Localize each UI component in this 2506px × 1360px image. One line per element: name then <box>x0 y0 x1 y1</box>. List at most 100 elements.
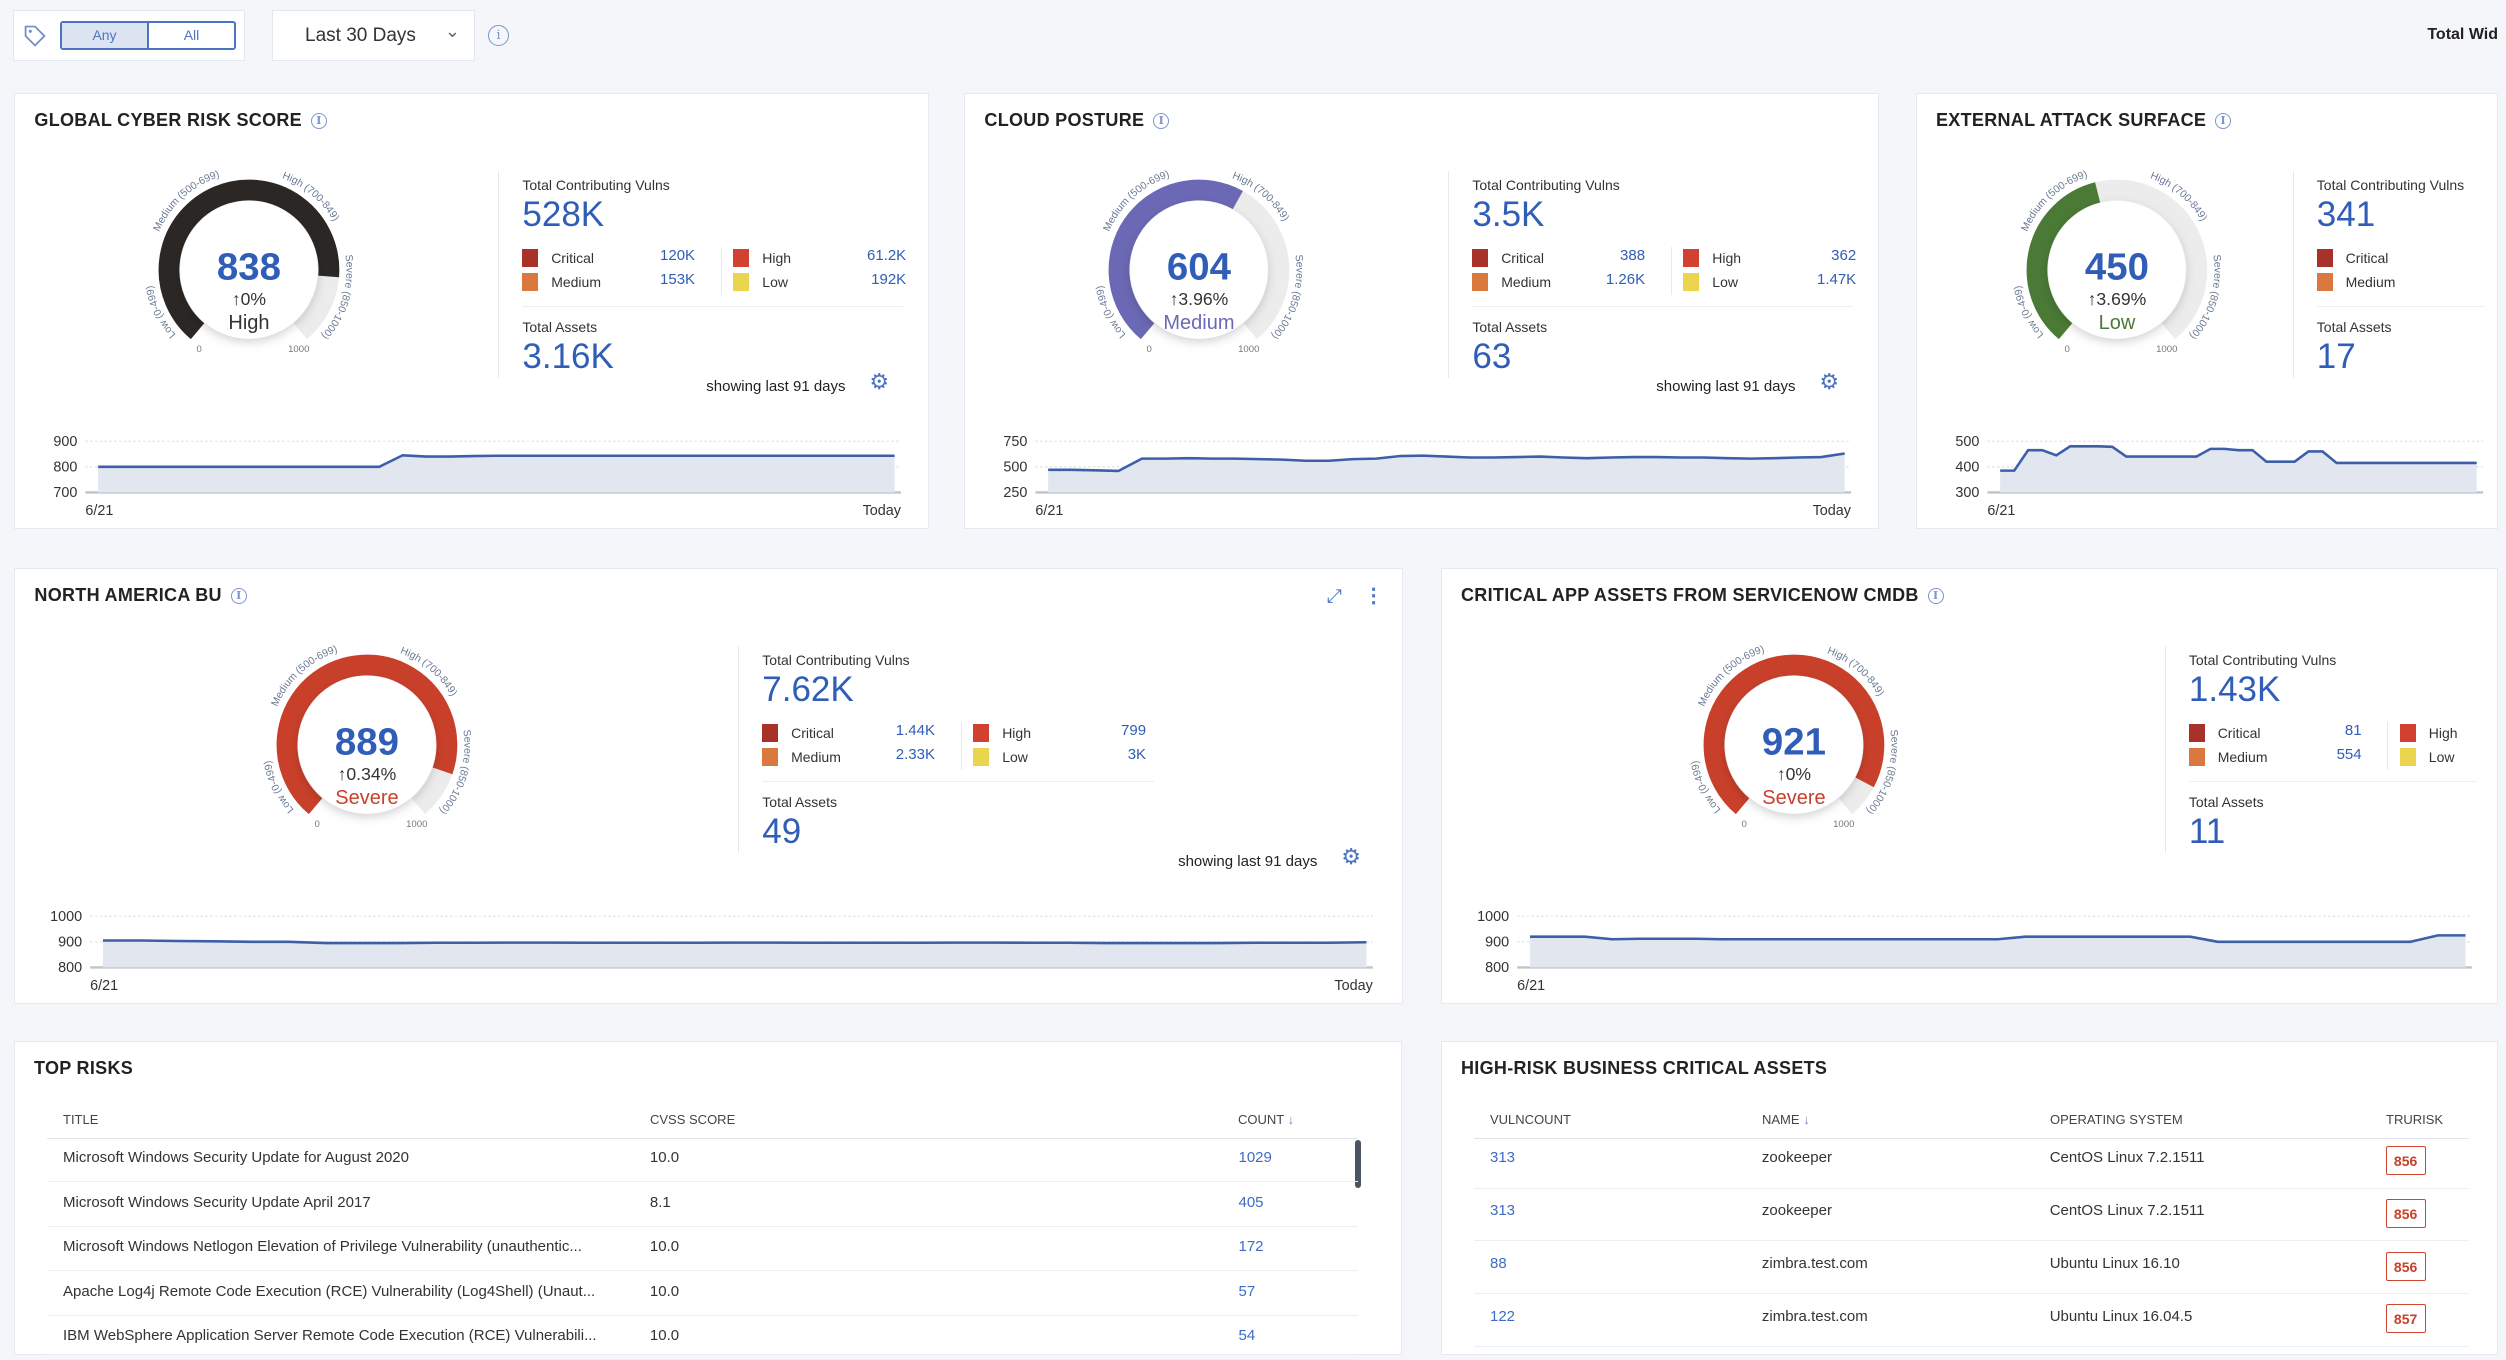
total-assets-value[interactable]: 17 <box>2317 337 2356 377</box>
vulncount-link[interactable]: 313 <box>1490 1149 1515 1166</box>
column-vulncount[interactable]: Vulncount <box>1490 1112 1571 1127</box>
gauge-score: 450 <box>2085 245 2149 288</box>
card-title: Top Risks <box>34 1058 134 1078</box>
total-assets-label: Total Assets <box>2188 794 2264 811</box>
column-name[interactable]: Name ↓ <box>1762 1112 1810 1127</box>
stats-hr <box>1472 306 1853 308</box>
legend-label: Medium <box>2217 749 2268 766</box>
risk-title[interactable]: Microsoft Windows Security Update for Au… <box>63 1149 409 1166</box>
cvss-score: 10.0 <box>649 1238 680 1256</box>
asset-name[interactable]: zimbra.test.com <box>1762 1308 1868 1325</box>
legend-label: Low <box>2428 749 2455 766</box>
vulncount-link[interactable]: 313 <box>1490 1202 1515 1219</box>
info-icon[interactable]: i <box>1153 112 1170 129</box>
legend-value[interactable]: 192K <box>842 271 906 288</box>
x-end-label: Today <box>1813 502 1852 518</box>
legend-value[interactable]: 2.33K <box>871 746 935 763</box>
dashboard: Any All Last 30 Days ⌄ i Total Wid Top R… <box>0 0 2506 1360</box>
risk-count-link[interactable]: 1029 <box>1239 1149 1272 1166</box>
legend-value[interactable]: 799 <box>1082 722 1146 739</box>
legend-value[interactable]: 388 <box>1581 247 1645 264</box>
column-count[interactable]: Count ↓ <box>1238 1112 1294 1127</box>
legend-value[interactable]: 1.47K <box>1792 271 1856 288</box>
legend-value[interactable]: 120K <box>631 247 695 264</box>
header-divider <box>47 1138 1358 1139</box>
gauge-min-label: 0 <box>315 819 320 830</box>
legend-swatch-low <box>1683 272 1700 291</box>
match-any-button[interactable]: Any <box>62 23 149 48</box>
asset-name[interactable]: zimbra.test.com <box>1762 1255 1868 1272</box>
trend-chart: 500 400 300 6/21 <box>1955 434 2484 518</box>
total-assets-value[interactable]: 11 <box>2189 812 2225 852</box>
trend-chart: 900 800 700 6/21 Today <box>54 434 902 519</box>
total-assets-value[interactable]: 49 <box>762 812 801 852</box>
date-range-dropdown[interactable]: Last 30 Days ⌄ <box>272 10 475 61</box>
legend-value[interactable]: 1.26K <box>1581 271 1645 288</box>
vulncount-link[interactable]: 88 <box>1490 1255 1507 1272</box>
total-vulns-value: 7.62K <box>762 669 854 709</box>
vulncount-link[interactable]: 122 <box>1490 1308 1515 1325</box>
gauge-change: ↑3.69% <box>2088 289 2147 309</box>
trend-line <box>103 938 1367 945</box>
y-tick-label: 700 <box>54 485 78 501</box>
risk-title[interactable]: Apache Log4j Remote Code Execution (RCE)… <box>63 1283 595 1300</box>
trurisk-badge: 856 <box>2385 1146 2426 1175</box>
gear-icon[interactable]: ⚙ <box>869 369 889 395</box>
total-assets-value[interactable]: 63 <box>1472 337 1511 377</box>
risk-title[interactable]: Microsoft Windows Netlogon Elevation of … <box>63 1238 582 1255</box>
info-icon[interactable]: i <box>2215 112 2232 129</box>
legend-label: High <box>1712 250 1742 267</box>
gear-icon[interactable]: ⚙ <box>1819 369 1839 395</box>
asset-name[interactable]: zookeeper <box>1762 1149 1832 1166</box>
x-start-label: 6/21 <box>1036 502 1064 518</box>
legend-label: Critical <box>2345 250 2389 267</box>
info-icon[interactable]: i <box>310 112 327 129</box>
legend-value[interactable]: 3K <box>1082 746 1146 763</box>
more-options-icon[interactable]: ⋮ <box>1364 583 1384 608</box>
gauge-level: Severe <box>336 787 399 809</box>
legend-value[interactable]: 81 <box>2298 722 2362 739</box>
row-divider <box>1474 1345 2469 1347</box>
column-cvss-score[interactable]: CVSS Score <box>650 1112 735 1127</box>
stats-hr <box>522 306 903 308</box>
gear-icon[interactable]: ⚙ <box>1341 844 1361 870</box>
legend-value[interactable]: 362 <box>1792 247 1856 264</box>
risk-count-link[interactable]: 57 <box>1239 1283 1256 1300</box>
legend-value[interactable]: 554 <box>2298 746 2362 763</box>
card-title: External Attack Surface i <box>1936 110 2232 131</box>
card-title: High-Risk Business Critical Assets <box>1461 1058 1828 1078</box>
column-trurisk[interactable]: TruRisk <box>2386 1112 2443 1127</box>
risk-count-link[interactable]: 405 <box>1239 1194 1264 1211</box>
trend-chart: 1000 900 800 6/21 <box>1477 909 2472 993</box>
stats-hr <box>2188 781 2477 783</box>
expand-icon[interactable]: ⤢ <box>1327 586 1342 608</box>
info-icon[interactable]: i <box>230 587 247 604</box>
gauge-change: ↑3.96% <box>1170 289 1229 309</box>
legend-value[interactable]: 1.44K <box>871 722 935 739</box>
y-tick-label: 800 <box>59 960 83 976</box>
risk-count-link[interactable]: 172 <box>1239 1238 1264 1255</box>
tag-icon[interactable] <box>24 25 46 47</box>
legend-value[interactable]: 61.2K <box>842 247 906 264</box>
match-all-button[interactable]: All <box>149 23 234 48</box>
y-tick-label: 250 <box>1004 485 1028 501</box>
gauge-max-label: 1000 <box>288 344 309 355</box>
total-assets-value[interactable]: 3.16K <box>522 337 613 377</box>
legend-swatch-critical <box>1472 248 1489 267</box>
info-icon[interactable]: i <box>1927 587 1944 604</box>
column-operating-system[interactable]: Operating System <box>2050 1112 2183 1127</box>
legend-label: Medium <box>551 274 601 291</box>
risk-count-link[interactable]: 54 <box>1239 1327 1256 1344</box>
info-icon[interactable]: i <box>488 25 509 46</box>
legend-swatch-high <box>973 723 990 742</box>
asset-name[interactable]: zookeeper <box>1762 1202 1832 1219</box>
legend-swatch-low <box>973 747 990 766</box>
y-tick-label: 300 <box>1955 485 1979 501</box>
legend-swatch-low <box>733 272 750 291</box>
match-toggle[interactable]: Any All <box>60 21 236 50</box>
column-title[interactable]: Title <box>63 1112 98 1127</box>
gauge-max-label: 1000 <box>1833 819 1854 830</box>
risk-title[interactable]: IBM WebSphere Application Server Remote … <box>63 1327 597 1344</box>
risk-title[interactable]: Microsoft Windows Security Update April … <box>63 1194 371 1211</box>
legend-value[interactable]: 153K <box>631 271 695 288</box>
